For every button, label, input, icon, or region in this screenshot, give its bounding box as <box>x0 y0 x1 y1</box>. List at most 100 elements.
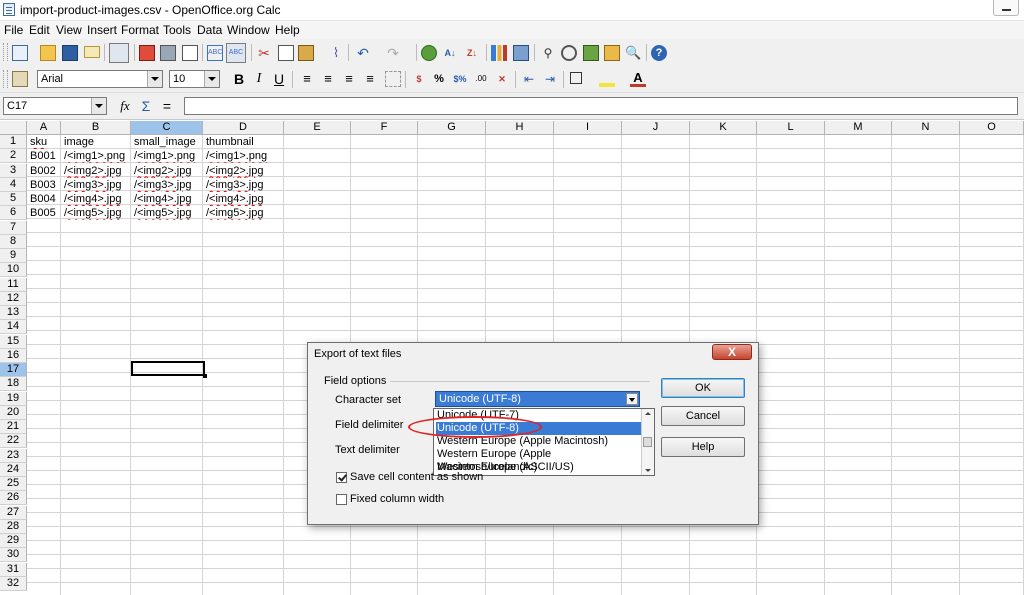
justify-icon[interactable]: ≡ <box>362 71 378 87</box>
chevron-down-icon[interactable] <box>204 71 219 87</box>
delete-decimal-icon[interactable]: ✕ <box>494 71 510 87</box>
font-name-box[interactable]: Arial <box>37 70 163 88</box>
help-icon[interactable]: ? <box>651 45 667 61</box>
align-center-icon[interactable]: ≡ <box>320 71 336 87</box>
add-decimal-icon[interactable]: .00 <box>473 71 489 87</box>
row-header-17[interactable]: 17 <box>0 363 27 377</box>
row-header-22[interactable]: 22 <box>0 434 27 449</box>
cell-d1[interactable]: thumbnail <box>204 135 284 149</box>
toolbar-grip[interactable] <box>3 70 8 88</box>
number-format-standard-icon[interactable]: $% <box>452 71 468 87</box>
italic-icon[interactable]: I <box>251 71 267 87</box>
chevron-down-icon[interactable] <box>626 393 638 405</box>
cell-b2[interactable]: /<img1>.png <box>62 149 131 163</box>
column-header-b[interactable]: B <box>61 121 131 135</box>
cell-c5[interactable]: /<img4>.jpg <box>132 192 203 206</box>
formula-equals-icon[interactable]: = <box>159 98 175 114</box>
row-header-26[interactable]: 26 <box>0 491 27 506</box>
close-button[interactable]: X <box>712 344 752 360</box>
row-header-24[interactable]: 24 <box>0 462 27 477</box>
row-header-5[interactable]: 5 <box>0 192 27 206</box>
menu-data[interactable]: Data <box>197 23 222 37</box>
help-button[interactable]: Help <box>661 437 745 457</box>
column-header-g[interactable]: G <box>418 121 486 135</box>
column-header-h[interactable]: H <box>486 121 554 135</box>
column-header-k[interactable]: K <box>690 121 757 135</box>
column-header-e[interactable]: E <box>284 121 351 135</box>
clone-formatting-icon[interactable]: ⌇ <box>328 45 344 61</box>
fixed-width-checkbox[interactable] <box>336 494 347 505</box>
row-header-28[interactable]: 28 <box>0 519 27 534</box>
row-header-14[interactable]: 14 <box>0 320 27 335</box>
cell-a1[interactable]: sku <box>28 135 61 149</box>
find-replace-icon[interactable]: ⚲ <box>540 45 556 61</box>
option-mac-icelandic[interactable]: Western Europe (Apple Macintosh/Icelandi… <box>436 448 641 473</box>
row-header-7[interactable]: 7 <box>0 220 27 235</box>
font-size-box[interactable]: 10 <box>169 70 220 88</box>
borders-icon[interactable] <box>570 72 582 84</box>
name-box[interactable]: C17 <box>3 97 107 115</box>
new-document-icon[interactable] <box>12 45 28 61</box>
column-header-a[interactable]: A <box>27 121 61 135</box>
menu-window[interactable]: Window <box>227 23 270 37</box>
menu-insert[interactable]: Insert <box>87 23 117 37</box>
row-header-20[interactable]: 20 <box>0 405 27 420</box>
export-pdf-icon[interactable] <box>139 45 155 61</box>
column-header-c[interactable]: C <box>131 121 203 135</box>
save-as-shown-checkbox[interactable] <box>336 472 347 483</box>
cell-d2[interactable]: /<img1>.png <box>204 149 284 163</box>
cell-d4[interactable]: /<img3>.jpg <box>204 178 284 192</box>
row-header-2[interactable]: 2 <box>0 149 27 164</box>
select-all-corner[interactable] <box>0 121 27 135</box>
hyperlink-icon[interactable] <box>421 45 437 61</box>
row-header-29[interactable]: 29 <box>0 534 27 548</box>
menu-tools[interactable]: Tools <box>163 23 191 37</box>
row-header-21[interactable]: 21 <box>0 420 27 434</box>
scroll-down-icon[interactable] <box>645 469 651 472</box>
pivot-table-icon[interactable] <box>513 45 529 61</box>
cancel-button[interactable]: Cancel <box>661 406 745 426</box>
row-header-19[interactable]: 19 <box>0 391 27 406</box>
cut-icon[interactable]: ✂ <box>256 45 272 61</box>
row-header-13[interactable]: 13 <box>0 306 27 320</box>
row-header-10[interactable]: 10 <box>0 263 27 278</box>
character-set-combo[interactable]: Unicode (UTF-8) <box>435 391 640 407</box>
number-format-currency-icon[interactable]: $ <box>411 71 427 87</box>
sort-descending-icon[interactable]: Z↓ <box>464 45 480 61</box>
cell-a3[interactable]: B002 <box>28 164 61 178</box>
row-header-9[interactable]: 9 <box>0 249 27 263</box>
styles-formatting-icon[interactable] <box>12 71 28 87</box>
row-header-32[interactable]: 32 <box>0 576 27 591</box>
spellcheck-icon[interactable]: ABC <box>207 45 223 61</box>
column-header-l[interactable]: L <box>757 121 825 135</box>
row-header-16[interactable]: 16 <box>0 348 27 363</box>
align-left-icon[interactable]: ≡ <box>299 71 315 87</box>
decrease-indent-icon[interactable]: ⇤ <box>521 71 537 87</box>
function-wizard-icon[interactable]: fx <box>117 98 133 114</box>
menu-view[interactable]: View <box>56 23 82 37</box>
paste-icon[interactable] <box>298 45 314 61</box>
increase-indent-icon[interactable]: ⇥ <box>542 71 558 87</box>
row-header-8[interactable]: 8 <box>0 234 27 249</box>
row-header-6[interactable]: 6 <box>0 206 27 221</box>
row-header-4[interactable]: 4 <box>0 177 27 192</box>
merge-cells-icon[interactable] <box>385 71 401 87</box>
print-icon[interactable] <box>160 45 176 61</box>
zoom-icon[interactable]: 🔍 <box>625 45 641 61</box>
navigator-icon[interactable] <box>561 45 577 61</box>
chevron-down-icon[interactable] <box>147 71 162 87</box>
cell-d5[interactable]: /<img4>.jpg <box>204 192 284 206</box>
underline-icon[interactable]: U <box>271 71 287 87</box>
align-right-icon[interactable]: ≡ <box>341 71 357 87</box>
font-color-icon[interactable]: A <box>630 71 646 87</box>
bold-icon[interactable]: B <box>231 71 247 87</box>
cell-c1[interactable]: small_image <box>132 135 203 149</box>
row-header-30[interactable]: 30 <box>0 548 27 563</box>
row-header-23[interactable]: 23 <box>0 448 27 463</box>
sum-icon[interactable]: Σ <box>138 98 154 114</box>
column-header-j[interactable]: J <box>622 121 690 135</box>
cell-b6[interactable]: /<img5>.jpg <box>62 206 131 220</box>
open-folder-icon[interactable] <box>40 45 56 61</box>
cell-a4[interactable]: B003 <box>28 178 61 192</box>
cell-c6[interactable]: /<img5>.jpg <box>132 206 203 220</box>
